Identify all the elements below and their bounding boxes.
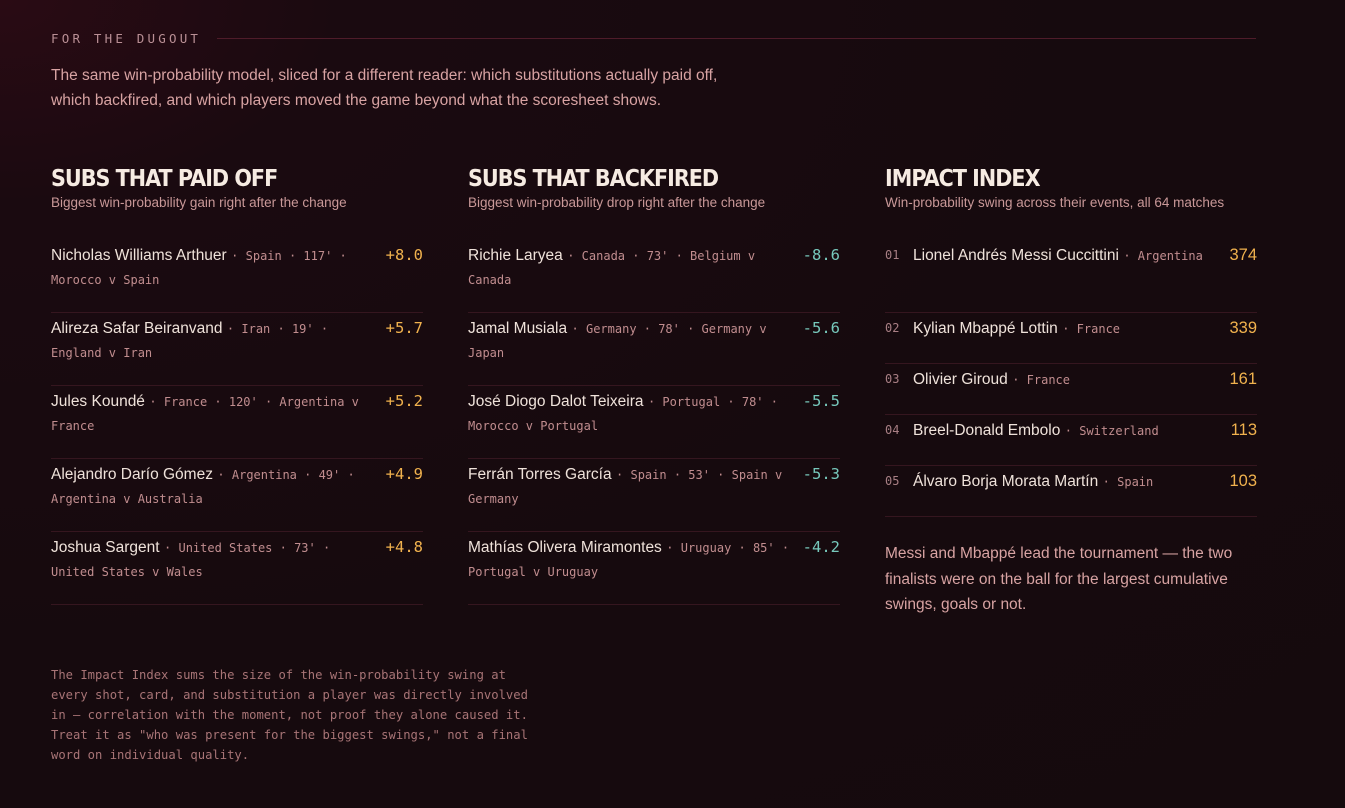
player-name: Alejandro Darío Gómez	[51, 466, 213, 483]
list-item: 01 Lionel Andrés Messi Cuccittini · Arge…	[885, 240, 1257, 313]
list-item: Ferrán Torres García · Spain · 53' · Spa…	[468, 459, 840, 532]
player-name: Jamal Musiala	[468, 320, 568, 337]
impact-value: 113	[1230, 421, 1257, 439]
impact-value: 374	[1229, 246, 1257, 264]
swing-value: -5.3	[802, 465, 840, 483]
swing-value: +4.9	[385, 465, 423, 483]
player-name: Olivier Giroud	[913, 371, 1008, 388]
player-name: Breel-Donald Embolo	[913, 422, 1061, 439]
swing-value: +5.7	[385, 319, 423, 337]
rank-number: 01	[885, 248, 900, 262]
player-name: Nicholas Williams Arthuer	[51, 247, 227, 264]
list-item: Alejandro Darío Gómez · Argentina · 49' …	[51, 459, 423, 532]
player-name: Alireza Safar Beiranvand	[51, 320, 223, 337]
rank-number: 04	[885, 423, 900, 437]
rank-number: 05	[885, 474, 900, 488]
list-item: Jamal Musiala · Germany · 78' · Germany …	[468, 313, 840, 386]
impact-value: 161	[1229, 370, 1257, 388]
section-title: SUBS THAT PAID OFF	[51, 166, 278, 192]
impact-index-section: IMPACT INDEX Win-probability swing acros…	[885, 166, 1257, 618]
intro-text: The same win-probability model, sliced f…	[51, 67, 718, 109]
methodology-footnote: The Impact Index sums the size of the wi…	[51, 668, 528, 762]
swing-value: -4.2	[802, 538, 840, 556]
impact-value: 339	[1229, 319, 1257, 337]
impact-list: 01 Lionel Andrés Messi Cuccittini · Arge…	[885, 240, 1257, 517]
list-item: Richie Laryea · Canada · 73' · Belgium v…	[468, 240, 840, 313]
list-item: Alireza Safar Beiranvand · Iran · 19' · …	[51, 313, 423, 386]
list-item: 04 Breel-Donald Embolo · Switzerland 113	[885, 415, 1257, 466]
subs-backfired-section: SUBS THAT BACKFIRED Biggest win-probabil…	[468, 166, 840, 605]
player-name: Kylian Mbappé Lottin	[913, 320, 1058, 337]
section-subtitle: Win-probability swing across their event…	[885, 195, 1225, 210]
list-item: 03 Olivier Giroud · France 161	[885, 364, 1257, 415]
list-item: Mathías Olivera Miramontes · Uruguay · 8…	[468, 532, 840, 605]
backfired-list: Richie Laryea · Canada · 73' · Belgium v…	[468, 240, 840, 605]
player-meta: · Argentina	[1123, 249, 1203, 263]
section-eyebrow: FOR THE DUGOUT	[51, 31, 1256, 46]
player-name: Mathías Olivera Miramontes	[468, 539, 662, 556]
player-meta: · France	[1012, 373, 1070, 387]
player-name: Joshua Sargent	[51, 539, 160, 556]
list-item: 02 Kylian Mbappé Lottin · France 339	[885, 313, 1257, 364]
section-title: SUBS THAT BACKFIRED	[468, 166, 719, 192]
eyebrow-label: FOR THE DUGOUT	[51, 31, 202, 46]
section-subtitle: Biggest win-probability gain right after…	[51, 195, 347, 210]
impact-note: Messi and Mbappé lead the tournament — t…	[885, 545, 1233, 613]
swing-value: -8.6	[802, 246, 840, 264]
player-meta: · Spain	[1102, 475, 1154, 489]
swing-value: -5.6	[802, 319, 840, 337]
list-item: Jules Koundé · France · 120' · Argentina…	[51, 386, 423, 459]
list-item: José Diogo Dalot Teixeira · Portugal · 7…	[468, 386, 840, 459]
list-item: Nicholas Williams Arthuer · Spain · 117'…	[51, 240, 423, 313]
paid-list: Nicholas Williams Arthuer · Spain · 117'…	[51, 240, 423, 605]
player-meta: · France	[1062, 322, 1121, 336]
player-name: Richie Laryea	[468, 247, 563, 264]
list-item: Joshua Sargent · United States · 73' · U…	[51, 532, 423, 605]
player-name: Lionel Andrés Messi Cuccittini	[913, 247, 1119, 264]
eyebrow-rule	[217, 38, 1256, 39]
impact-value: 103	[1229, 472, 1257, 490]
player-name: Álvaro Borja Morata Martín	[913, 473, 1099, 490]
swing-value: +5.2	[385, 392, 423, 410]
swing-value: +4.8	[385, 538, 423, 556]
player-name: Jules Koundé	[51, 393, 145, 410]
swing-value: +8.0	[385, 246, 423, 264]
section-subtitle: Biggest win-probability drop right after…	[468, 195, 766, 210]
player-meta: · Switzerland	[1064, 424, 1159, 438]
player-name: Ferrán Torres García	[468, 466, 612, 483]
rank-number: 02	[885, 321, 900, 335]
list-item: 05 Álvaro Borja Morata Martín · Spain 10…	[885, 466, 1257, 517]
swing-value: -5.5	[802, 392, 840, 410]
rank-number: 03	[885, 372, 900, 386]
player-name: José Diogo Dalot Teixeira	[468, 393, 644, 410]
section-title: IMPACT INDEX	[885, 166, 1041, 192]
subs-paid-off-section: SUBS THAT PAID OFF Biggest win-probabili…	[51, 166, 423, 605]
